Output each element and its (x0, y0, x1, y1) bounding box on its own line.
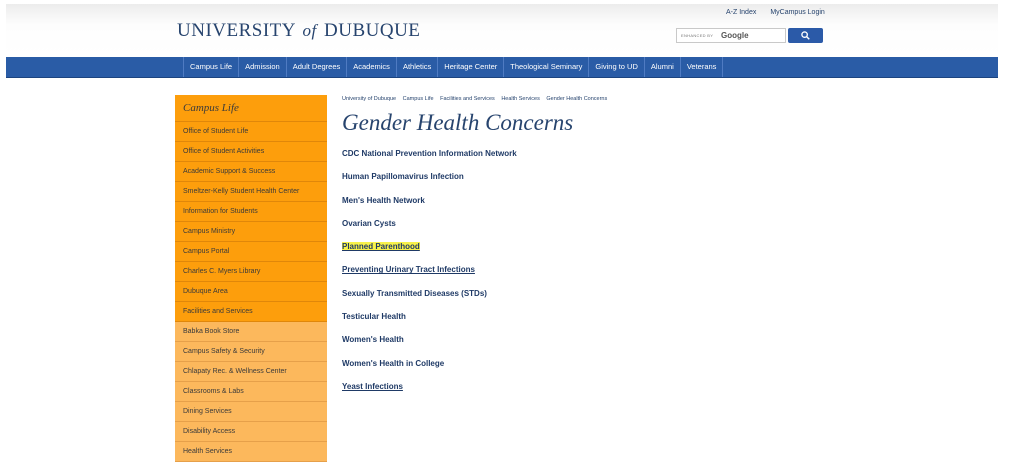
link-mens-health-network[interactable]: Men's Health Network (342, 196, 425, 205)
nav-item-heritage-center[interactable]: Heritage Center (438, 57, 505, 77)
nav-item-admission[interactable]: Admission (239, 57, 287, 77)
list-item: Yeast Infections (342, 375, 902, 398)
nav-item-campus-life[interactable]: Campus Life (183, 57, 240, 77)
nav-item-adult-degrees[interactable]: Adult Degrees (287, 57, 348, 77)
main-content: University of Dubuque Campus Life Facili… (342, 96, 902, 398)
utility-links: A-Z Index MyCampus Login (726, 9, 837, 16)
sidebar-item-library[interactable]: Charles C. Myers Library (175, 262, 327, 282)
link-planned-parenthood[interactable]: Planned Parenthood (342, 242, 420, 252)
sidebar-title[interactable]: Campus Life (175, 95, 327, 122)
list-item: Women's Health (342, 328, 902, 351)
link-womens-health-in-college[interactable]: Women's Health in College (342, 359, 444, 368)
link-stds[interactable]: Sexually Transmitted Diseases (STDs) (342, 289, 487, 298)
sidebar-item-dubuque-area[interactable]: Dubuque Area (175, 282, 327, 302)
link-womens-health[interactable]: Women's Health (342, 335, 404, 344)
sidebar-item-wellness-center[interactable]: Chlapaty Rec. & Wellness Center (175, 362, 327, 382)
search-powered-by: ENHANCED BY (681, 33, 714, 38)
sidebar-item-campus-safety[interactable]: Campus Safety & Security (175, 342, 327, 362)
main-navigation: Campus Life Admission Adult Degrees Acad… (6, 57, 998, 78)
sidebar-item-information-for-students[interactable]: Information for Students (175, 202, 327, 222)
logo-text-dubuque: DUBUQUE (324, 20, 421, 41)
nav-item-theological-seminary[interactable]: Theological Seminary (504, 57, 590, 77)
search-button[interactable] (788, 28, 823, 43)
sidebar-item-health-services[interactable]: Health Services (175, 442, 327, 462)
list-item: Preventing Urinary Tract Infections (342, 258, 902, 281)
university-logo[interactable]: UNIVERSITY of DUBUQUE (177, 20, 420, 42)
nav-item-athletics[interactable]: Athletics (397, 57, 439, 77)
sidebar-item-disability-access[interactable]: Disability Access (175, 422, 327, 442)
link-hpv-infection[interactable]: Human Papillomavirus Infection (342, 172, 464, 181)
sidebar-item-office-of-student-life[interactable]: Office of Student Life (175, 122, 327, 142)
list-item: CDC National Prevention Information Netw… (342, 142, 902, 165)
sidebar-item-classrooms-labs[interactable]: Classrooms & Labs (175, 382, 327, 402)
page-title: Gender Health Concerns (342, 110, 574, 135)
logo-text-university: UNIVERSITY (177, 20, 296, 41)
google-brand: Google (721, 31, 749, 40)
breadcrumb-item[interactable]: University of Dubuque (342, 96, 396, 102)
breadcrumb-current: Gender Health Concerns (546, 96, 608, 102)
link-preventing-uti[interactable]: Preventing Urinary Tract Infections (342, 265, 475, 274)
sidebar-item-dining-services[interactable]: Dining Services (175, 402, 327, 422)
nav-item-alumni[interactable]: Alumni (645, 57, 681, 77)
sidebar: Campus Life Office of Student Life Offic… (175, 95, 327, 462)
sidebar-item-campus-portal[interactable]: Campus Portal (175, 242, 327, 262)
link-ovarian-cysts[interactable]: Ovarian Cysts (342, 219, 396, 228)
list-item: Testicular Health (342, 305, 902, 328)
sidebar-item-facilities-and-services[interactable]: Facilities and Services (175, 302, 327, 322)
list-item: Women's Health in College (342, 352, 902, 375)
mycampus-login-link[interactable]: MyCampus Login (770, 9, 824, 16)
az-index-link[interactable]: A-Z Index (726, 9, 756, 16)
breadcrumb: University of Dubuque Campus Life Facili… (342, 96, 902, 102)
link-testicular-health[interactable]: Testicular Health (342, 312, 406, 321)
search-input[interactable]: ENHANCED BY Google (676, 28, 786, 43)
logo-text-of: of (302, 21, 317, 40)
list-item: Men's Health Network (342, 189, 902, 212)
nav-item-veterans[interactable]: Veterans (681, 57, 724, 77)
sidebar-item-book-store[interactable]: Babka Book Store (175, 322, 327, 342)
breadcrumb-item[interactable]: Campus Life (403, 96, 434, 102)
sidebar-item-student-health-center[interactable]: Smeltzer-Kelly Student Health Center (175, 182, 327, 202)
link-cdc-prevention-network[interactable]: CDC National Prevention Information Netw… (342, 149, 517, 158)
list-item: Planned Parenthood (342, 235, 902, 258)
list-item: Human Papillomavirus Infection (342, 165, 902, 188)
resource-links: CDC National Prevention Information Netw… (342, 142, 902, 398)
nav-item-academics[interactable]: Academics (347, 57, 397, 77)
list-item: Ovarian Cysts (342, 212, 902, 235)
sidebar-item-office-of-student-activities[interactable]: Office of Student Activities (175, 142, 327, 162)
breadcrumb-item[interactable]: Facilities and Services (440, 96, 495, 102)
breadcrumb-item[interactable]: Health Services (501, 96, 540, 102)
nav-item-giving-to-ud[interactable]: Giving to UD (589, 57, 645, 77)
header (6, 4, 998, 56)
sidebar-item-campus-ministry[interactable]: Campus Ministry (175, 222, 327, 242)
link-yeast-infections[interactable]: Yeast Infections (342, 382, 403, 391)
search-icon (801, 31, 810, 40)
list-item: Sexually Transmitted Diseases (STDs) (342, 282, 902, 305)
sidebar-item-academic-support[interactable]: Academic Support & Success (175, 162, 327, 182)
